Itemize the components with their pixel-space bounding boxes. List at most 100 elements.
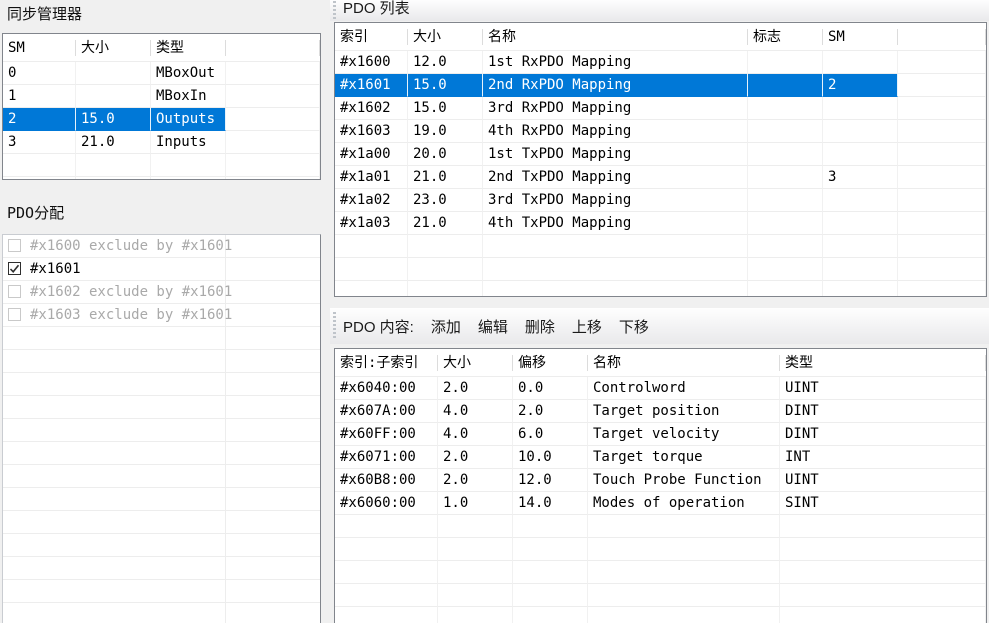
table-row[interactable]: 321.0Inputs [3, 131, 320, 154]
table-cell[interactable]: DINT [780, 400, 986, 423]
table-row[interactable]: 1 MBoxIn [3, 85, 320, 108]
edit-button[interactable]: 编辑 [478, 316, 508, 337]
table-row[interactable]: #x6060:001.014.0Modes of operationSINT [335, 492, 986, 515]
table-cell[interactable] [748, 74, 823, 97]
table-row[interactable]: #x1a0121.02nd TxPDO Mapping3 [335, 166, 986, 189]
checkbox-icon[interactable] [8, 308, 21, 321]
delete-button[interactable]: 删除 [525, 316, 555, 337]
table-cell[interactable]: MBoxIn [151, 85, 226, 108]
column-header[interactable]: 大小 [76, 34, 151, 61]
table-row[interactable]: 0 MBoxOut [3, 62, 320, 85]
table-cell[interactable]: 3 [3, 131, 76, 154]
column-header[interactable]: 类型 [151, 34, 226, 61]
checkbox-icon[interactable] [8, 285, 21, 298]
table-cell[interactable] [226, 131, 320, 154]
table-cell[interactable] [748, 212, 823, 235]
table-cell[interactable] [898, 120, 986, 143]
table-cell[interactable]: #x1a01 [335, 166, 408, 189]
table-cell[interactable]: #x6040:00 [335, 377, 438, 400]
table-cell[interactable]: 2.0 [438, 469, 513, 492]
table-cell[interactable]: #x607A:00 [335, 400, 438, 423]
column-header[interactable]: 大小 [438, 349, 513, 376]
table-row[interactable]: #x60FF:004.06.0Target velocityDINT [335, 423, 986, 446]
table-cell[interactable] [748, 51, 823, 74]
checkbox-checked-icon[interactable] [8, 262, 21, 275]
table-cell[interactable]: SINT [780, 492, 986, 515]
table-cell[interactable]: Controlword [588, 377, 780, 400]
move-down-button[interactable]: 下移 [619, 316, 649, 337]
table-cell[interactable]: 0 [3, 62, 76, 85]
table-cell[interactable]: #x60FF:00 [335, 423, 438, 446]
table-cell[interactable]: Target velocity [588, 423, 780, 446]
table-cell[interactable]: 4.0 [438, 423, 513, 446]
pdo-assign-item[interactable]: #x1600 exclude by #x1601 [3, 235, 320, 258]
pdo-assign-item[interactable]: #x1603 exclude by #x1601 [3, 304, 320, 327]
table-cell[interactable] [823, 143, 898, 166]
column-header[interactable]: 名称 [483, 23, 748, 50]
table-cell[interactable]: 1st RxPDO Mapping [483, 51, 748, 74]
table-cell[interactable]: 2.0 [438, 377, 513, 400]
table-cell[interactable] [823, 189, 898, 212]
column-header[interactable]: SM [823, 23, 898, 50]
table-cell[interactable]: 15.0 [408, 97, 483, 120]
table-cell[interactable]: MBoxOut [151, 62, 226, 85]
table-row[interactable]: #x6071:002.010.0Target torqueINT [335, 446, 986, 469]
column-header[interactable]: 标志 [748, 23, 823, 50]
table-cell[interactable]: #x1602 [335, 97, 408, 120]
table-row[interactable]: #x160012.01st RxPDO Mapping [335, 51, 986, 74]
toolbar-gripper[interactable] [333, 312, 336, 340]
table-cell[interactable] [898, 189, 986, 212]
table-cell[interactable]: 4.0 [438, 400, 513, 423]
table-cell[interactable]: 1 [3, 85, 76, 108]
table-cell[interactable]: #x1603 [335, 120, 408, 143]
table-cell[interactable]: UINT [780, 469, 986, 492]
table-cell[interactable]: 3rd TxPDO Mapping [483, 189, 748, 212]
table-cell[interactable]: 21.0 [76, 131, 151, 154]
table-row[interactable]: #x1a0321.04th TxPDO Mapping [335, 212, 986, 235]
table-cell[interactable] [748, 189, 823, 212]
table-cell[interactable]: #x1600 [335, 51, 408, 74]
table-cell[interactable] [748, 97, 823, 120]
table-cell[interactable]: 15.0 [76, 108, 151, 131]
table-cell[interactable] [226, 62, 320, 85]
column-header[interactable]: 偏移 [513, 349, 588, 376]
column-header[interactable]: SM [3, 34, 76, 61]
table-cell[interactable]: DINT [780, 423, 986, 446]
table-cell[interactable]: #x1a03 [335, 212, 408, 235]
table-cell[interactable]: 4th RxPDO Mapping [483, 120, 748, 143]
table-cell[interactable]: 21.0 [408, 212, 483, 235]
table-cell[interactable]: 10.0 [513, 446, 588, 469]
table-row[interactable]: #x160319.04th RxPDO Mapping [335, 120, 986, 143]
table-cell[interactable] [76, 62, 151, 85]
column-header[interactable]: 名称 [588, 349, 780, 376]
table-cell[interactable]: 2nd TxPDO Mapping [483, 166, 748, 189]
table-cell[interactable]: 15.0 [408, 74, 483, 97]
table-cell[interactable]: #x1601 [335, 74, 408, 97]
table-cell[interactable]: #x1a00 [335, 143, 408, 166]
table-cell[interactable]: 19.0 [408, 120, 483, 143]
column-header[interactable] [226, 34, 320, 61]
table-cell[interactable] [76, 85, 151, 108]
column-header[interactable]: 索引 [335, 23, 408, 50]
table-cell[interactable] [823, 51, 898, 74]
table-cell[interactable]: 2.0 [513, 400, 588, 423]
table-row[interactable]: #x160215.03rd RxPDO Mapping [335, 97, 986, 120]
table-cell[interactable] [748, 143, 823, 166]
table-cell[interactable]: Outputs [151, 108, 226, 131]
table-cell[interactable]: 12.0 [408, 51, 483, 74]
table-cell[interactable] [898, 51, 986, 74]
table-cell[interactable]: Target torque [588, 446, 780, 469]
add-button[interactable]: 添加 [431, 316, 461, 337]
table-row-selected[interactable]: #x160115.02nd RxPDO Mapping2 [335, 74, 986, 97]
table-cell[interactable]: 4th TxPDO Mapping [483, 212, 748, 235]
pdo-assign-item[interactable]: #x1602 exclude by #x1601 [3, 281, 320, 304]
table-cell[interactable]: 2 [3, 108, 76, 131]
column-header[interactable]: 索引:子索引 [335, 349, 438, 376]
table-row-selected[interactable]: 215.0Outputs [3, 108, 320, 131]
table-row[interactable]: #x60B8:002.012.0Touch Probe FunctionUINT [335, 469, 986, 492]
table-cell[interactable]: #x6071:00 [335, 446, 438, 469]
table-cell[interactable]: 3 [823, 166, 898, 189]
table-cell[interactable]: 3rd RxPDO Mapping [483, 97, 748, 120]
table-cell[interactable]: 20.0 [408, 143, 483, 166]
column-header[interactable] [898, 23, 986, 50]
